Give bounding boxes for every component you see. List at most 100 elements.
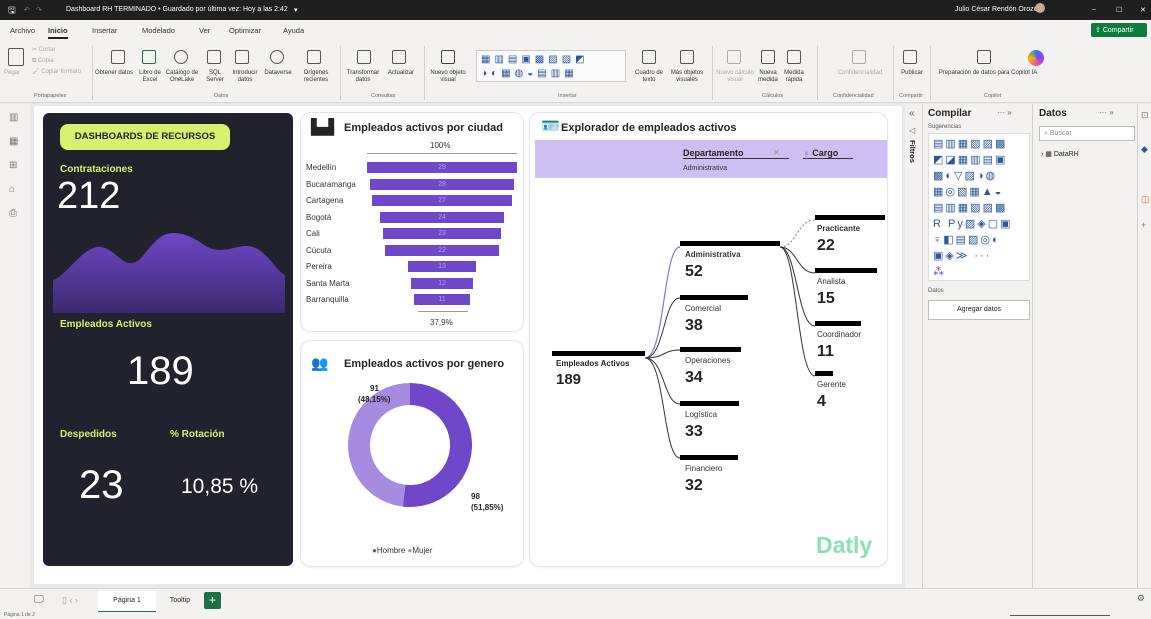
- copilot-prep-button[interactable]: Preparación de datos para Copilot IA: [932, 70, 1044, 77]
- menu-insertar[interactable]: Insertar: [92, 26, 117, 35]
- new-visual-button[interactable]: Nuevo objeto visual: [428, 70, 468, 84]
- get-data-button[interactable]: Obtener datos: [94, 70, 134, 77]
- role-bar[interactable]: [815, 215, 885, 220]
- quick-measure-button[interactable]: Medida rápida: [781, 70, 807, 84]
- legend-mujer[interactable]: Mujer: [412, 546, 432, 555]
- format-icon[interactable]: ⊡: [1141, 110, 1149, 121]
- copilot-icon[interactable]: [1028, 50, 1044, 66]
- funnel-bar[interactable]: 24: [379, 211, 505, 223]
- funnel-bar-value: 27: [438, 197, 446, 204]
- save-icon[interactable]: 🖫: [8, 3, 16, 19]
- menu-inicio[interactable]: Inicio: [48, 26, 68, 39]
- settings-icon[interactable]: ⚙: [1137, 593, 1145, 604]
- zoom-slider[interactable]: [1010, 615, 1110, 616]
- funnel-bar[interactable]: 11: [413, 294, 471, 305]
- refresh-button[interactable]: Actualizar: [384, 70, 418, 77]
- bookmark-icon[interactable]: ◫: [1141, 194, 1150, 205]
- textbox-button[interactable]: Cuadro de texto: [632, 70, 666, 84]
- menu-ver[interactable]: Ver: [199, 26, 210, 35]
- user-name[interactable]: Julio César Rendón Orozco: [955, 6, 1041, 13]
- copy-button[interactable]: ⧉ Copia: [32, 58, 54, 65]
- excel-button[interactable]: Libro de Excel: [134, 70, 166, 84]
- share-button[interactable]: ⇪ Compartir: [1091, 23, 1147, 37]
- role-bar[interactable]: [815, 321, 861, 326]
- cargo-filter[interactable]: ♁ Cargo: [803, 148, 853, 159]
- title-dropdown-icon[interactable]: ▾: [294, 6, 298, 14]
- menu-modelado[interactable]: Modelado: [142, 26, 175, 35]
- link-root-financiero: [644, 357, 681, 459]
- dept-bar[interactable]: [680, 401, 739, 406]
- funnel-bar[interactable]: 28: [369, 178, 515, 190]
- visuals-gallery[interactable]: ▦▥▤▣▩▨▧◩ ◑◐▦◍◒▤▥▦: [476, 50, 626, 82]
- undo-icon[interactable]: ↶: [24, 6, 30, 14]
- tab-pagina-1[interactable]: Página 1: [98, 591, 156, 613]
- menu-optimizar[interactable]: Optimizar: [229, 26, 261, 35]
- root-value: 189: [556, 371, 582, 388]
- funnel-bar[interactable]: 12: [410, 277, 474, 289]
- page-view-icon[interactable]: 🖵: [34, 594, 44, 605]
- minimize-icon[interactable]: –: [1092, 6, 1096, 13]
- ribbon-separator: [340, 46, 341, 100]
- scroll-left-icon[interactable]: ▯ ‹ ›: [62, 595, 78, 606]
- table-view-icon[interactable]: ▦: [9, 136, 18, 147]
- funnel-bar-value: 24: [438, 213, 446, 221]
- add-pane-icon[interactable]: +: [1141, 220, 1146, 230]
- onelake-button[interactable]: Catálogo de OneLake: [164, 70, 200, 84]
- role-value: 11: [817, 343, 834, 360]
- transform-button[interactable]: Transformar datos: [342, 70, 384, 84]
- maximize-icon[interactable]: ☐: [1116, 6, 1122, 14]
- data-pane-more-icon[interactable]: ··· »: [1099, 108, 1114, 117]
- dept-bar[interactable]: [680, 241, 780, 246]
- add-data-button[interactable]: Agregar datos: [928, 300, 1030, 320]
- build-pane-more-icon[interactable]: ··· »: [997, 108, 1012, 117]
- filter-funnel-icon[interactable]: ◁: [909, 126, 915, 135]
- avatar[interactable]: [1035, 3, 1045, 13]
- enter-data-button[interactable]: Introducir datos: [228, 70, 262, 84]
- filters-pane-tab[interactable]: Filtros: [908, 140, 917, 163]
- collapse-filters-icon[interactable]: «: [909, 108, 915, 119]
- visual-calc-button[interactable]: Nuevo cálculo visual: [714, 70, 756, 84]
- dept-bar[interactable]: [680, 347, 741, 352]
- close-icon[interactable]: ✕: [1140, 6, 1146, 14]
- copilot-side-icon[interactable]: ◆: [1141, 144, 1148, 155]
- redo-icon[interactable]: ↷: [36, 6, 42, 14]
- menu-archivo[interactable]: Archivo: [10, 26, 35, 35]
- onelake-icon: [174, 50, 188, 64]
- paste-button[interactable]: Pegar: [4, 70, 20, 77]
- role-label: Practicante: [817, 224, 861, 233]
- report-view-icon[interactable]: ▥: [9, 112, 18, 123]
- tmdl-view-icon[interactable]: ⎙: [9, 208, 17, 219]
- format-painter-button[interactable]: 🖌 Copiar formato: [32, 69, 81, 76]
- funnel-bar-value: 22: [438, 246, 446, 254]
- data-search-input[interactable]: ⌕ Buscar: [1039, 126, 1135, 141]
- publish-button[interactable]: Publicar: [896, 70, 928, 77]
- funnel-bar[interactable]: 22: [385, 244, 499, 256]
- funnel-bar[interactable]: 29: [367, 162, 517, 173]
- model-view-icon[interactable]: ⊞: [9, 160, 17, 171]
- sql-button[interactable]: SQL Server: [202, 70, 228, 84]
- role-bar[interactable]: [815, 371, 833, 376]
- funnel-bar[interactable]: 23: [382, 228, 502, 239]
- dataverse-button[interactable]: Dataverse: [260, 70, 296, 77]
- funnel-city-label: Bogotá: [306, 212, 332, 222]
- recent-sources-button[interactable]: Orígenes recientes: [296, 70, 336, 84]
- role-bar[interactable]: [815, 268, 877, 273]
- filter-clear-icon[interactable]: ✕: [773, 148, 780, 157]
- dept-bar[interactable]: [680, 455, 738, 460]
- funnel-bar[interactable]: 27: [372, 195, 512, 206]
- add-page-button[interactable]: +: [204, 592, 221, 609]
- dept-bar[interactable]: [680, 295, 748, 300]
- tab-tooltip[interactable]: Tooltip: [160, 591, 200, 613]
- cut-button[interactable]: ✂ Cortar: [32, 47, 55, 54]
- table-datarh[interactable]: › ▦ DataRH: [1041, 150, 1079, 158]
- legend-hombre[interactable]: Hombre: [377, 546, 405, 555]
- more-visuals-button[interactable]: Más objetos visuales: [666, 70, 708, 84]
- sensitivity-button[interactable]: Confidencialidad: [832, 70, 888, 77]
- dax-view-icon[interactable]: ⌂: [9, 184, 15, 195]
- funnel-bar[interactable]: 13: [408, 261, 476, 272]
- donut-slice-hombre[interactable]: [402, 383, 472, 507]
- new-measure-button[interactable]: Nueva medida: [755, 70, 781, 84]
- visualizations-gallery[interactable]: ▤▥▦▧▨▩ ◩◪▦▥▤▣ ▩◐▽▨◑◍ ▦◎▧▦▲◒ ▤▥▦▧▨▩ R Py▨◈▢▣ ♀◧…: [928, 133, 1030, 281]
- menu-ayuda[interactable]: Ayuda: [283, 26, 304, 35]
- document-title[interactable]: Dashboard RH TERMINADO • Guardado por úl…: [66, 6, 288, 13]
